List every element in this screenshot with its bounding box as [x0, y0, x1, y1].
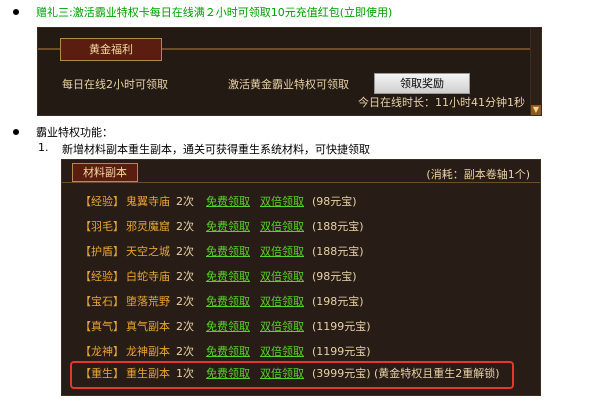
tab-golden-welfare[interactable]: 黄金福利: [60, 38, 162, 61]
row-category: 【龙神】: [80, 345, 124, 358]
consume-info: (消耗：副本卷轴1个): [426, 168, 530, 181]
features-title: 霸业特权功能：: [36, 126, 113, 139]
row-dungeon-name: 白蛇寺庙: [126, 270, 170, 283]
row-times: 2次: [176, 220, 194, 233]
free-claim-link[interactable]: 免费领取: [206, 341, 250, 363]
row-category: 【真气】: [80, 320, 124, 333]
row-times: 1次: [176, 367, 194, 380]
row-dungeon-name: 天空之城: [126, 245, 170, 258]
row-category: 【宝石】: [80, 295, 124, 308]
row-times: 2次: [176, 295, 194, 308]
row-price: (1199元宝): [312, 345, 371, 358]
free-claim-link[interactable]: 免费领取: [206, 291, 250, 313]
material-dungeon-panel: 材料副本 (消耗：副本卷轴1个) 【经验】 鬼翼寺庙 2次 免费领取 双倍领取 …: [61, 159, 541, 396]
double-claim-link[interactable]: 双倍领取: [260, 266, 304, 288]
dungeon-row: 【龙神】 龙神副本 2次 免费领取 双倍领取 (1199元宝): [62, 341, 540, 363]
dungeon-row: 【经验】 鬼翼寺庙 2次 免费领取 双倍领取 (98元宝): [62, 191, 540, 213]
unlock-note: (黄金特权且重生2重解锁): [374, 367, 500, 380]
row-price: (3999元宝): [312, 367, 371, 380]
row-times: 2次: [176, 320, 194, 333]
row-times: 2次: [176, 345, 194, 358]
scroll-down-arrow-icon[interactable]: ▼: [531, 105, 541, 115]
row-price: (188元宝): [312, 245, 364, 258]
gift3-text: 赠礼三:激活霸业特权卡每日在线满２小时可领取10元充值红包(立即使用): [36, 6, 393, 19]
row-dungeon-name: 邪灵魔窟: [126, 220, 170, 233]
golden-welfare-panel: 黄金福利 每日在线2小时可领取 激活黄金霸业特权可领取 领取奖励 今日在线时长：…: [37, 27, 542, 116]
double-claim-link[interactable]: 双倍领取: [260, 341, 304, 363]
dungeon-row: 【护盾】 天空之城 2次 免费领取 双倍领取 (188元宝): [62, 241, 540, 263]
row-price: (98元宝): [312, 270, 357, 283]
bullet-dot: [13, 129, 19, 135]
dungeon-row: 【宝石】 堕落荒野 2次 免费领取 双倍领取 (198元宝): [62, 291, 540, 313]
free-claim-link[interactable]: 免费领取: [206, 363, 250, 385]
scrollbar[interactable]: ▼: [530, 28, 541, 115]
row-category: 【经验】: [80, 195, 124, 208]
row-dungeon-name: 龙神副本: [126, 345, 170, 358]
row-category: 【羽毛】: [80, 220, 124, 233]
row-price: (188元宝): [312, 220, 364, 233]
activate-privilege-label: 激活黄金霸业特权可领取: [228, 78, 349, 91]
double-claim-link[interactable]: 双倍领取: [260, 363, 304, 385]
free-claim-link[interactable]: 免费领取: [206, 266, 250, 288]
double-claim-link[interactable]: 双倍领取: [260, 291, 304, 313]
free-claim-link[interactable]: 免费领取: [206, 241, 250, 263]
row-times: 2次: [176, 195, 194, 208]
row-dungeon-name: 重生副本: [126, 367, 170, 380]
row-dungeon-name: 鬼翼寺庙: [126, 195, 170, 208]
dungeon-row: 【真气】 真气副本 2次 免费领取 双倍领取 (1199元宝): [62, 316, 540, 338]
free-claim-link[interactable]: 免费领取: [206, 216, 250, 238]
row-times: 2次: [176, 245, 194, 258]
daily-online-label: 每日在线2小时可领取: [62, 78, 168, 91]
free-claim-link[interactable]: 免费领取: [206, 316, 250, 338]
double-claim-link[interactable]: 双倍领取: [260, 191, 304, 213]
claim-reward-button[interactable]: 领取奖励: [374, 73, 470, 94]
row-category: 【重生】: [80, 367, 124, 380]
tab-material-dungeon[interactable]: 材料副本: [72, 163, 138, 182]
double-claim-link[interactable]: 双倍领取: [260, 316, 304, 338]
row-price: (198元宝): [312, 295, 364, 308]
row-category: 【经验】: [80, 270, 124, 283]
row-times: 2次: [176, 270, 194, 283]
row-category: 【护盾】: [80, 245, 124, 258]
dungeon-row: 【经验】 白蛇寺庙 2次 免费领取 双倍领取 (98元宝): [62, 266, 540, 288]
free-claim-link[interactable]: 免费领取: [206, 191, 250, 213]
double-claim-link[interactable]: 双倍领取: [260, 241, 304, 263]
row-dungeon-name: 真气副本: [126, 320, 170, 333]
dungeon-row: 【羽毛】 邪灵魔窟 2次 免费领取 双倍领取 (188元宝): [62, 216, 540, 238]
double-claim-link[interactable]: 双倍领取: [260, 216, 304, 238]
online-time-today: 今日在线时长：11小时41分钟1秒: [358, 96, 525, 109]
row-dungeon-name: 堕落荒野: [126, 295, 170, 308]
bullet-dot: [13, 9, 19, 15]
row-price: (1199元宝): [312, 320, 371, 333]
feature-item-text: 新增材料副本重生副本，通关可获得重生系统材料，可快捷领取: [62, 143, 370, 156]
row-price: (98元宝): [312, 195, 357, 208]
dungeon-row-rebirth: 【重生】 重生副本 1次 免费领取 双倍领取 (3999元宝) (黄金特权且重生…: [62, 363, 540, 385]
panel-header-divider: [62, 182, 540, 183]
feature-item-number: 1.: [38, 141, 49, 154]
